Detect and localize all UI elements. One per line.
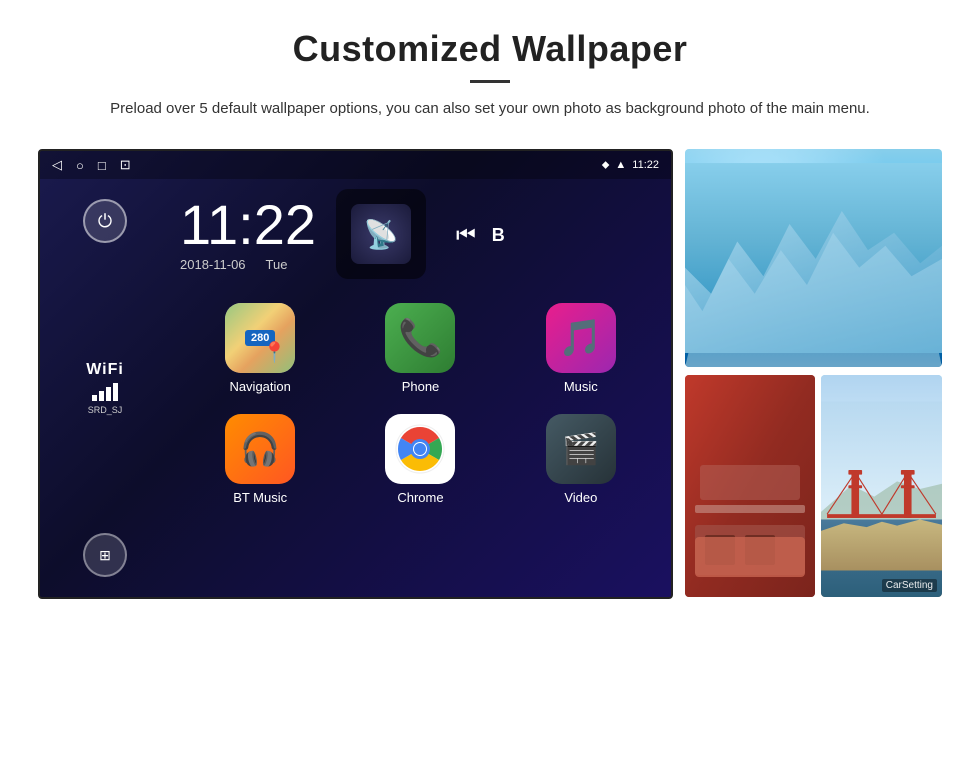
phone-icon: 📞 <box>385 303 455 373</box>
media-controls: ⏮ B <box>446 222 505 248</box>
title-divider <box>470 80 510 83</box>
status-bar: ◁ ○ □ ⊡ ⬥ ▲ 11:22 <box>40 151 671 179</box>
page-header: Customized Wallpaper Preload over 5 defa… <box>0 0 980 139</box>
recents-icon[interactable]: □ <box>98 158 106 173</box>
main-container: ◁ ○ □ ⊡ ⬥ ▲ 11:22 ⏻ WiFi <box>0 149 980 599</box>
location-icon: ⬥ <box>602 159 610 172</box>
clock-area: 11:22 2018-11-06 Tue 📡 ⏮ B <box>170 179 671 287</box>
bar-2 <box>99 391 104 401</box>
back-icon[interactable]: ◁ <box>52 157 62 173</box>
radio-signal-icon: 📡 <box>364 218 399 251</box>
wallpaper-red[interactable] <box>685 375 815 597</box>
navigation-icon: 280 📍 <box>225 303 295 373</box>
main-content: 11:22 2018-11-06 Tue 📡 ⏮ B <box>170 179 671 597</box>
clock-date: 2018-11-06 Tue <box>180 257 316 272</box>
bar-1 <box>92 395 97 401</box>
wallpaper-ice-cave[interactable] <box>685 149 942 367</box>
bar-4 <box>113 383 118 401</box>
screenshot-icon[interactable]: ⊡ <box>120 157 131 173</box>
app-phone[interactable]: 📞 Phone <box>340 293 500 404</box>
bluetooth-label: B <box>492 225 505 246</box>
nav-buttons: ◁ ○ □ ⊡ <box>52 157 131 173</box>
status-indicators: ⬥ ▲ 11:22 <box>602 159 659 172</box>
radio-icon: 📡 <box>351 204 411 264</box>
wifi-status-icon: ▲ <box>615 159 626 171</box>
ice-cave-image <box>685 149 942 367</box>
bar-3 <box>106 387 111 401</box>
wallpaper-previews: CarSetting <box>685 149 942 599</box>
music-label: Music <box>564 379 598 394</box>
date-display: 2018-11-06 <box>180 257 246 272</box>
apps-drawer-button[interactable]: ⊞ <box>83 533 127 577</box>
carsetting-label: CarSetting <box>882 579 937 592</box>
bt-music-icon: 🎧 <box>225 414 295 484</box>
chrome-label: Chrome <box>397 490 443 505</box>
clock-block: 11:22 2018-11-06 Tue <box>180 197 316 272</box>
red-wallpaper-svg <box>685 375 815 597</box>
bridge-svg <box>821 375 942 597</box>
radio-widget[interactable]: 📡 <box>336 189 426 279</box>
ice-cave-svg <box>685 149 942 367</box>
app-music[interactable]: 🎵 Music <box>501 293 661 404</box>
phone-label: Phone <box>402 379 440 394</box>
wallpaper-bridge[interactable]: CarSetting <box>821 375 942 597</box>
clock-display: 11:22 <box>180 197 316 253</box>
left-sidebar: ⏻ WiFi SRD_SJ ⊞ <box>40 179 170 597</box>
video-icon: 🎬 <box>546 414 616 484</box>
wifi-label: WiFi <box>86 361 124 379</box>
wallpaper-bottom-row: CarSetting <box>685 375 942 597</box>
wifi-widget: WiFi SRD_SJ <box>86 361 124 415</box>
home-icon[interactable]: ○ <box>76 158 84 173</box>
wifi-signal-bars <box>92 383 118 401</box>
day-display: Tue <box>266 257 288 272</box>
bt-music-label: BT Music <box>233 490 287 505</box>
chrome-svg <box>394 423 446 475</box>
video-label: Video <box>564 490 597 505</box>
chrome-ring <box>394 423 446 475</box>
wifi-ssid: SRD_SJ <box>88 405 123 415</box>
page-description: Preload over 5 default wallpaper options… <box>80 97 900 121</box>
app-grid: 280 📍 Navigation 📞 Phone 🎵 <box>170 287 671 521</box>
prev-track-button[interactable]: ⏮ <box>456 222 476 248</box>
device-screen: ◁ ○ □ ⊡ ⬥ ▲ 11:22 ⏻ WiFi <box>38 149 673 599</box>
page-title: Customized Wallpaper <box>80 28 900 70</box>
app-chrome[interactable]: Chrome <box>340 404 500 515</box>
power-button[interactable]: ⏻ <box>83 199 127 243</box>
app-bt-music[interactable]: 🎧 BT Music <box>180 404 340 515</box>
chrome-icon <box>385 414 455 484</box>
navigation-label: Navigation <box>229 379 290 394</box>
music-icon: 🎵 <box>546 303 616 373</box>
clock-status: 11:22 <box>632 159 659 171</box>
app-navigation[interactable]: 280 📍 Navigation <box>180 293 340 404</box>
nav-pin-icon: 📍 <box>262 340 287 365</box>
app-video[interactable]: 🎬 Video <box>501 404 661 515</box>
